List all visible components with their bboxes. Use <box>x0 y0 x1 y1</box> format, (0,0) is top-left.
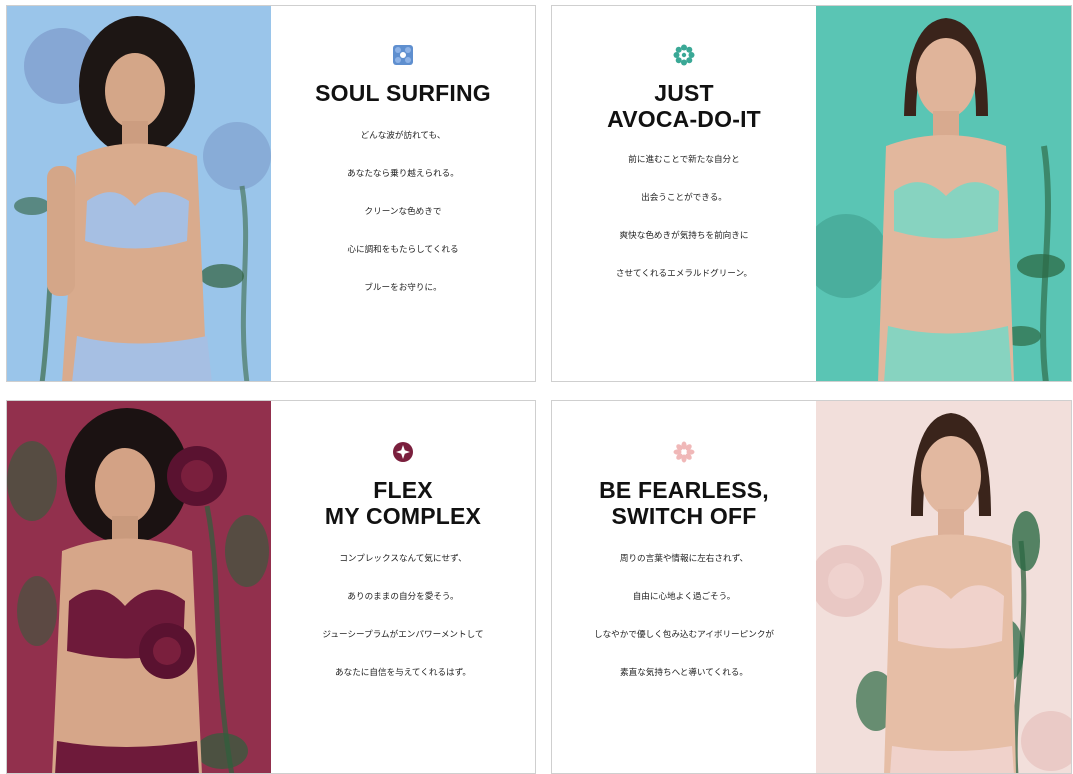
body-line: しなやかで優しく包み込むアイボリーピンクが <box>593 630 775 640</box>
blue-flower-tile-icon <box>393 45 413 65</box>
text-panel: BE FEARLESS, SWITCH OFF 周りの言葉や情報に左右されず、 … <box>552 401 816 773</box>
body-line: 素直な気持ちへと導いてくれる。 <box>620 668 748 678</box>
body-line: クリーンな色めきで <box>364 207 442 217</box>
heading-line: AVOCA-DO-IT <box>607 106 761 132</box>
body-line: 心に調和をもたらしてくれる <box>347 245 459 255</box>
plum-star-badge-icon <box>393 442 413 462</box>
body-line: あなたなら乗り越えられる。 <box>347 169 459 179</box>
text-panel: JUST AVOCA-DO-IT 前に進むことで新たな自分と 出会うことができる… <box>552 6 816 381</box>
body-line: ブルーをお守りに。 <box>364 283 442 293</box>
body-line: あなたに自信を与えてくれるはず。 <box>335 668 471 678</box>
heading: BE FEARLESS, SWITCH OFF <box>599 477 769 529</box>
text-panel: FLEX MY COMPLEX コンプレックスなんて気にせず、 ありのままの自分… <box>271 401 535 773</box>
body-line: 前に進むことで新たな自分と <box>628 155 740 165</box>
heading-line: SWITCH OFF <box>611 503 757 529</box>
model-photo-pink <box>816 401 1071 773</box>
body-line: 周りの言葉や情報に左右されず、 <box>619 554 749 564</box>
model-photo-green <box>816 6 1071 381</box>
card-be-fearless-switch-off: BE FEARLESS, SWITCH OFF 周りの言葉や情報に左右されず、 … <box>551 400 1072 774</box>
heading: SOUL SURFING <box>315 80 491 106</box>
heading-line: FLEX <box>373 477 433 503</box>
body-line: ありのままの自分を愛そう。 <box>347 592 459 602</box>
heading-line: SOUL SURFING <box>315 80 491 106</box>
heading-line: BE FEARLESS, <box>599 477 769 503</box>
body-line: 爽快な色めきが気持ちを前向きに <box>619 231 749 241</box>
model-photo-plum <box>7 401 271 773</box>
heading: JUST AVOCA-DO-IT <box>607 80 761 132</box>
heading-line: JUST <box>654 80 714 106</box>
heading-line: MY COMPLEX <box>324 503 482 529</box>
green-daisy-icon <box>673 44 695 66</box>
body-line: 出会うことができる。 <box>641 193 727 203</box>
card-flex-my-complex: FLEX MY COMPLEX コンプレックスなんて気にせず、 ありのままの自分… <box>6 400 536 774</box>
body-line: ジューシープラムがエンパワーメントして <box>322 630 484 640</box>
card-soul-surfing: SOUL SURFING どんな波が訪れても、 あなたなら乗り越えられる。 クリ… <box>6 5 536 382</box>
body-line: させてくれるエメラルドグリーン。 <box>615 269 753 279</box>
card-just-avoca-do-it: JUST AVOCA-DO-IT 前に進むことで新たな自分と 出会うことができる… <box>551 5 1072 382</box>
model-photo-blue <box>7 6 271 381</box>
body-line: どんな波が訪れても、 <box>360 131 446 141</box>
text-panel: SOUL SURFING どんな波が訪れても、 あなたなら乗り越えられる。 クリ… <box>271 6 535 381</box>
heading: FLEX MY COMPLEX <box>325 477 481 529</box>
body-line: 自由に心地よく過ごそう。 <box>632 592 736 602</box>
body-line: コンプレックスなんて気にせず、 <box>339 554 467 564</box>
pink-flower-icon <box>673 441 695 463</box>
